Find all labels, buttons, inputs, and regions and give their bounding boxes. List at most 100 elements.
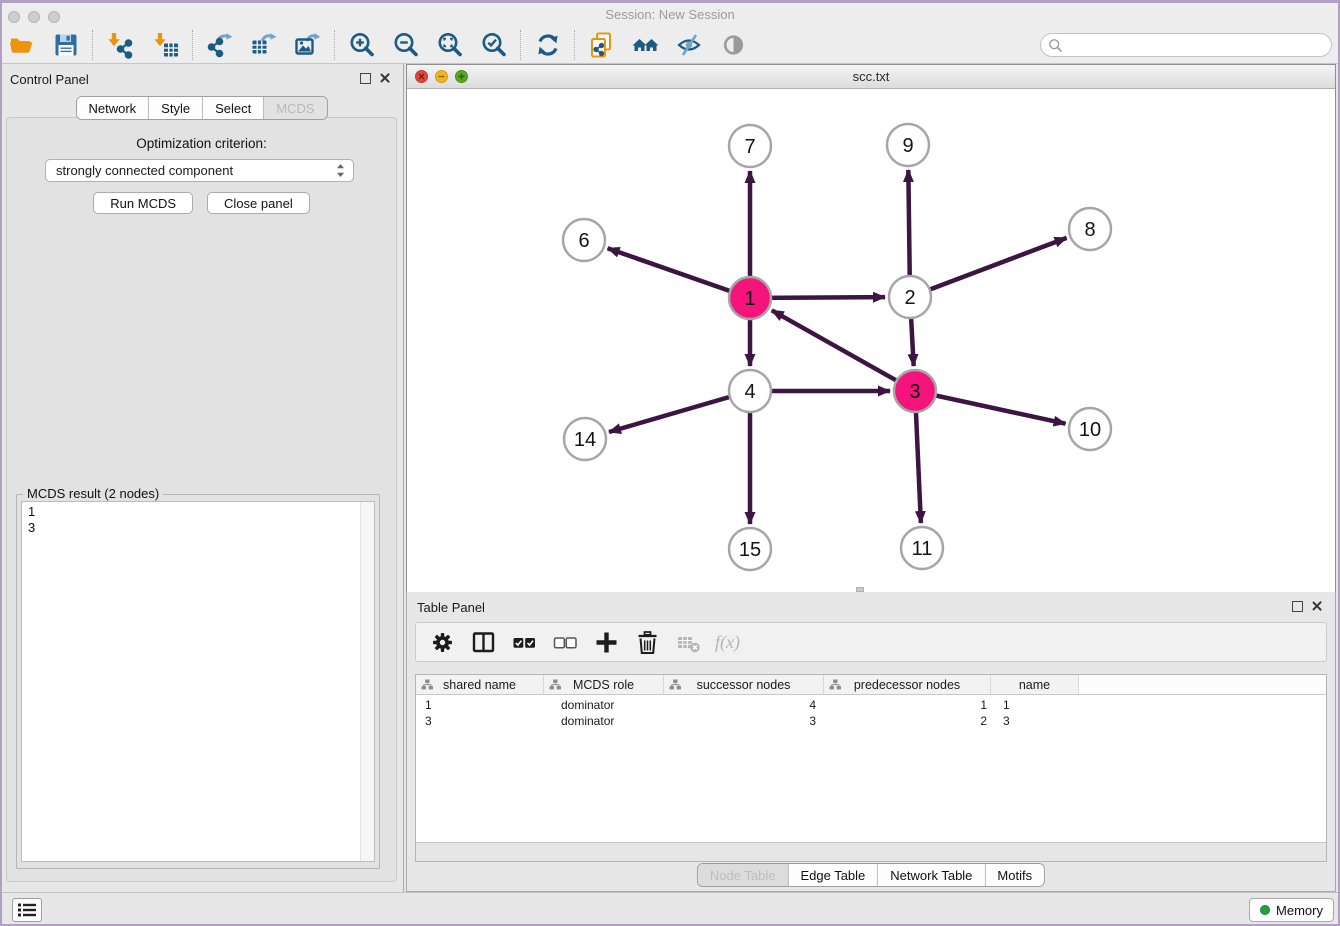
select-all-icon — [511, 629, 538, 656]
table-cell[interactable]: 4 — [664, 697, 824, 713]
table-cell[interactable]: 1 — [991, 697, 1079, 713]
column-header-shared-name[interactable]: shared name — [416, 675, 544, 694]
graph-node-7[interactable]: 7 — [729, 125, 771, 167]
select-all-button[interactable] — [510, 628, 538, 656]
table-cell[interactable]: 2 — [824, 713, 991, 729]
table-cell[interactable]: 1 — [416, 697, 544, 713]
network-graph[interactable]: 7 9 6 8 1 2 4 3 14 10 15 11 — [407, 89, 1335, 592]
zoom-in-icon — [347, 30, 377, 60]
svg-text:15: 15 — [739, 539, 761, 561]
task-history-button[interactable] — [12, 898, 42, 922]
refresh-button[interactable] — [530, 28, 566, 62]
memory-button[interactable]: Memory — [1249, 898, 1334, 922]
control-panel-tabs: Network Style Select MCDS — [75, 96, 327, 120]
close-panel-button-2[interactable]: Close panel — [207, 192, 310, 214]
tab-network-table[interactable]: Network Table — [878, 864, 985, 886]
zoom-out-button[interactable] — [388, 28, 424, 62]
run-mcds-button[interactable]: Run MCDS — [93, 192, 193, 214]
zoom-selected-button[interactable] — [476, 28, 512, 62]
search-field[interactable] — [1040, 33, 1332, 57]
status-bar: Memory — [0, 892, 1340, 926]
zoom-fit-button[interactable] — [432, 28, 468, 62]
graph-node-15[interactable]: 15 — [729, 528, 771, 570]
home-button[interactable] — [628, 28, 664, 62]
graph-node-8[interactable]: 8 — [1069, 208, 1111, 250]
deselect-all-button[interactable] — [551, 628, 579, 656]
float-table-panel-button[interactable] — [1292, 601, 1303, 612]
close-table-panel-button[interactable] — [1311, 600, 1323, 612]
table-settings-button[interactable] — [428, 628, 456, 656]
tab-node-table[interactable]: Node Table — [698, 864, 789, 886]
import-network-button[interactable] — [102, 28, 138, 62]
graph-node-2[interactable]: 2 — [889, 276, 931, 318]
float-panel-button[interactable] — [360, 73, 371, 84]
export-table-button[interactable] — [246, 28, 282, 62]
graph-node-4[interactable]: 4 — [729, 370, 771, 412]
column-header-name[interactable]: name — [991, 675, 1079, 694]
table-cell[interactable]: 3 — [416, 713, 544, 729]
titlebar: Session: New Session — [0, 3, 1340, 26]
table-row[interactable]: 3dominator323 — [416, 713, 1326, 729]
search-input[interactable] — [1063, 35, 1331, 55]
clone-network-button[interactable] — [584, 28, 620, 62]
tab-motifs[interactable]: Motifs — [985, 864, 1044, 886]
table-cell[interactable]: 1 — [824, 697, 991, 713]
column-header-MCDS-role[interactable]: MCDS role — [544, 675, 664, 694]
table-horizontal-scrollbar[interactable] — [416, 842, 1326, 861]
table-row[interactable]: 1dominator411 — [416, 697, 1326, 713]
delete-table-icon — [675, 629, 702, 656]
column-header-predecessor-nodes[interactable]: predecessor nodes — [824, 675, 991, 694]
save-session-button[interactable] — [48, 28, 84, 62]
add-column-button[interactable] — [592, 628, 620, 656]
delete-column-button[interactable] — [633, 628, 661, 656]
open-session-button[interactable] — [4, 28, 40, 62]
column-header-filler — [1079, 675, 1326, 694]
close-panel-button[interactable] — [379, 72, 391, 84]
table-cell[interactable]: 3 — [991, 713, 1079, 729]
graph-node-9[interactable]: 9 — [887, 124, 929, 166]
show-eye-button[interactable] — [716, 28, 752, 62]
graph-node-6[interactable]: 6 — [563, 219, 605, 261]
import-table-button[interactable] — [148, 28, 184, 62]
svg-text:11: 11 — [912, 538, 933, 560]
tab-style[interactable]: Style — [149, 97, 203, 119]
select-stepper-icon — [336, 163, 345, 178]
toolbar-separator — [92, 30, 94, 60]
svg-text:10: 10 — [1079, 419, 1101, 441]
show-columns-button[interactable] — [469, 628, 497, 656]
graph-node-1[interactable]: 1 — [729, 277, 771, 319]
table-cell[interactable]: dominator — [544, 697, 664, 713]
tab-select[interactable]: Select — [203, 97, 264, 119]
export-network-button[interactable] — [202, 28, 238, 62]
mcds-result-box: MCDS result (2 nodes) 13 — [16, 494, 380, 869]
svg-text:1: 1 — [744, 288, 755, 310]
tab-edge-table[interactable]: Edge Table — [788, 864, 878, 886]
network-title: scc.txt — [407, 69, 1335, 84]
plus-icon — [593, 629, 620, 656]
graph-node-11[interactable]: 11 — [901, 527, 943, 569]
toolbar-separator — [574, 30, 576, 60]
export-image-icon — [293, 30, 323, 60]
column-header-successor-nodes[interactable]: successor nodes — [664, 675, 824, 694]
result-scrollbar[interactable] — [360, 502, 374, 861]
graph-node-3[interactable]: 3 — [894, 370, 936, 412]
zoom-in-button[interactable] — [344, 28, 380, 62]
graph-node-10[interactable]: 10 — [1069, 408, 1111, 450]
tab-mcds[interactable]: MCDS — [264, 97, 326, 119]
clone-network-icon — [587, 30, 617, 60]
export-image-button[interactable] — [290, 28, 326, 62]
hide-panels-button[interactable] — [672, 28, 708, 62]
tab-network[interactable]: Network — [76, 97, 149, 119]
graph-edge-1-6[interactable] — [608, 248, 750, 298]
graph-edge-3-10[interactable] — [915, 391, 1066, 424]
graph-edge-3-1[interactable] — [772, 310, 915, 391]
graph-node-14[interactable]: 14 — [564, 418, 606, 460]
table-cell[interactable]: 3 — [664, 713, 824, 729]
table-cell[interactable]: dominator — [544, 713, 664, 729]
graph-edge-2-8[interactable] — [910, 238, 1067, 297]
mcds-result-item: 1 — [22, 504, 374, 520]
optimization-criterion-select[interactable]: strongly connected component — [45, 159, 354, 182]
selected-criterion: strongly connected component — [56, 163, 336, 178]
control-panel: Control Panel Network Style Select MCDS … — [0, 64, 404, 892]
network-canvas[interactable]: 7 9 6 8 1 2 4 3 14 10 15 11 — [407, 89, 1335, 592]
